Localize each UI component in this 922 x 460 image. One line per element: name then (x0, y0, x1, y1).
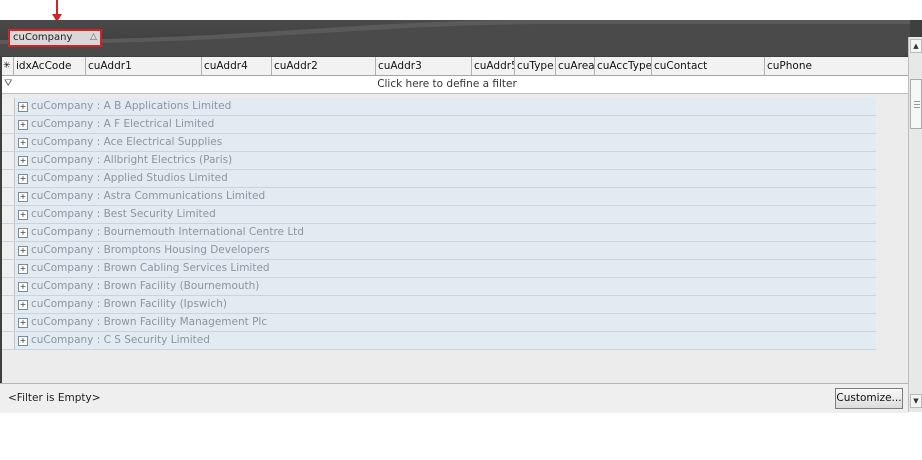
group-row-label: cuCompany : Astra Communications Limited (31, 190, 266, 202)
scroll-down-arrow-icon[interactable]: ▼ (910, 394, 922, 408)
row-indicator[interactable] (2, 188, 15, 205)
expand-plus-icon[interactable]: + (18, 228, 28, 238)
row-indicator[interactable] (2, 278, 15, 295)
filter-status-bar: <Filter is Empty> Customize... (0, 383, 908, 413)
sort-ascending-icon[interactable]: △ (90, 32, 97, 42)
group-column-chip[interactable]: cuCompany △ (8, 29, 102, 47)
expand-plus-icon[interactable]: + (18, 300, 28, 310)
scroll-grip (914, 104, 920, 105)
row-indicator[interactable] (2, 224, 15, 241)
group-row[interactable]: + cuCompany : Brown Facility (Ipswich) (2, 296, 876, 314)
group-row-label: cuCompany : Brown Facility (Ipswich) (31, 298, 227, 310)
expand-plus-icon[interactable]: + (18, 138, 28, 148)
group-row-label: cuCompany : Best Security Limited (31, 208, 216, 220)
column-header-cuaddr4[interactable]: cuAddr4 (202, 57, 272, 75)
row-indicator[interactable] (2, 260, 15, 277)
group-row-label: cuCompany : Ace Electrical Supplies (31, 136, 223, 148)
group-row-label: cuCompany : Applied Studios Limited (31, 172, 228, 184)
column-header-cutype[interactable]: cuType (515, 57, 556, 75)
column-header-cuphone[interactable]: cuPhone (765, 57, 908, 75)
column-header-cuaddr1[interactable]: cuAddr1 (86, 57, 202, 75)
vertical-scrollbar[interactable]: ▲ ▼ (908, 37, 922, 412)
expand-plus-icon[interactable]: + (18, 210, 28, 220)
expand-plus-icon[interactable]: + (18, 192, 28, 202)
group-row[interactable]: + cuCompany : Allbright Electrics (Paris) (2, 152, 876, 170)
expand-plus-icon[interactable]: + (18, 246, 28, 256)
expand-plus-icon[interactable]: + (18, 336, 28, 346)
scroll-grip (914, 107, 920, 108)
row-indicator[interactable] (2, 134, 15, 151)
group-column-label: cuCompany (13, 32, 73, 43)
filter-row[interactable]: ⛛ Click here to define a filter (2, 76, 908, 94)
column-header-cuacctype[interactable]: cuAccType (595, 57, 652, 75)
group-row[interactable]: + cuCompany : Brown Facility Management P… (2, 314, 876, 332)
group-row-label: cuCompany : C S Security Limited (31, 334, 210, 346)
group-row-label: cuCompany : Bournemouth International Ce… (31, 226, 304, 238)
header-swoosh-decoration (0, 20, 910, 56)
row-indicator[interactable] (2, 296, 15, 313)
filter-status-text: <Filter is Empty> (8, 392, 101, 404)
row-indicator[interactable] (2, 170, 15, 187)
group-row[interactable]: + cuCompany : Brown Cabling Services Limi… (2, 260, 876, 278)
row-indicator[interactable] (2, 314, 15, 331)
group-row[interactable]: + cuCompany : A F Electrical Limited (2, 116, 876, 134)
row-indicator[interactable] (2, 332, 15, 349)
group-row[interactable]: + cuCompany : Brown Facility (Bournemouth… (2, 278, 876, 296)
data-grid: ✳ idxAcCode cuAddr1 cuAddr4 cuAddr2 cuAd… (2, 57, 908, 383)
group-row-label: cuCompany : Bromptons Housing Developers (31, 244, 270, 256)
group-row[interactable]: + cuCompany : Astra Communications Limite… (2, 188, 876, 206)
group-by-panel[interactable] (0, 20, 910, 56)
group-row[interactable]: + cuCompany : Applied Studios Limited (2, 170, 876, 188)
row-indicator[interactable] (2, 206, 15, 223)
group-row[interactable]: + cuCompany : Bromptons Housing Developer… (2, 242, 876, 260)
filter-row-prompt[interactable]: Click here to define a filter (2, 76, 892, 93)
expand-plus-icon[interactable]: + (18, 318, 28, 328)
expand-plus-icon[interactable]: + (18, 174, 28, 184)
column-header-cuarea[interactable]: cuArea (556, 57, 595, 75)
expand-plus-icon[interactable]: + (18, 102, 28, 112)
group-row[interactable]: + cuCompany : Best Security Limited (2, 206, 876, 224)
column-header-cuaddr2[interactable]: cuAddr2 (272, 57, 376, 75)
row-indicator[interactable] (2, 152, 15, 169)
group-row-label: cuCompany : Brown Cabling Services Limit… (31, 262, 270, 274)
group-row-label: cuCompany : Brown Facility Management Pl… (31, 316, 268, 328)
column-header-row: ✳ idxAcCode cuAddr1 cuAddr4 cuAddr2 cuAd… (2, 57, 908, 76)
column-header-cuaddr3[interactable]: cuAddr3 (376, 57, 472, 75)
group-row[interactable]: + cuCompany : Bournemouth International C… (2, 224, 876, 242)
column-header-idxaccode[interactable]: idxAcCode (14, 57, 86, 75)
column-header-cucontact[interactable]: cuContact (652, 57, 765, 75)
expand-plus-icon[interactable]: + (18, 120, 28, 130)
row-indicator[interactable] (2, 98, 15, 115)
row-indicator[interactable] (2, 116, 15, 133)
group-row-label: cuCompany : Allbright Electrics (Paris) (31, 154, 233, 166)
group-row[interactable]: + cuCompany : Ace Electrical Supplies (2, 134, 876, 152)
expand-plus-icon[interactable]: + (18, 264, 28, 274)
scroll-thumb[interactable] (910, 79, 922, 129)
group-row[interactable]: + cuCompany : C S Security Limited (2, 332, 876, 350)
group-row[interactable]: + cuCompany : A B Applications Limited (2, 98, 876, 116)
scroll-up-arrow-icon[interactable]: ▲ (910, 39, 922, 53)
group-row-label: cuCompany : A B Applications Limited (31, 100, 232, 112)
column-header-cuaddr5[interactable]: cuAddr5 (472, 57, 515, 75)
scroll-grip (914, 101, 920, 102)
group-row-label: cuCompany : A F Electrical Limited (31, 118, 215, 130)
new-row-indicator-icon[interactable]: ✳ (2, 57, 14, 75)
row-indicator[interactable] (2, 242, 15, 259)
expand-plus-icon[interactable]: + (18, 156, 28, 166)
expand-plus-icon[interactable]: + (18, 282, 28, 292)
customize-button[interactable]: Customize... (835, 388, 903, 409)
group-row-label: cuCompany : Brown Facility (Bournemouth) (31, 280, 260, 292)
